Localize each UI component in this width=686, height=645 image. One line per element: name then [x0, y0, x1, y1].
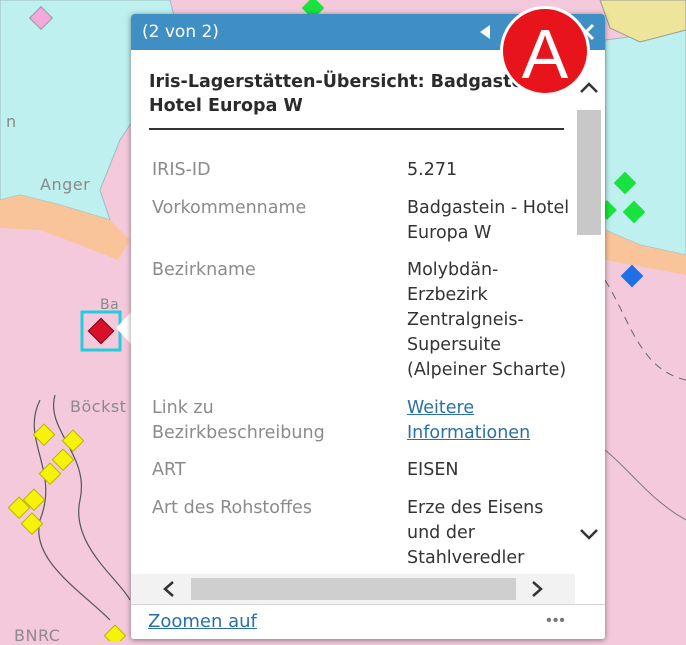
- annotation-badge: A: [500, 6, 590, 96]
- vertical-scroll-thumb[interactable]: [577, 110, 601, 235]
- attribute-value: Badgastein - Hotel Europa W: [407, 198, 570, 243]
- horizontal-scrollbar[interactable]: [131, 574, 575, 604]
- attribute-value: Molybdän- Erzbezirk Zentralgneis- Supers…: [407, 260, 567, 380]
- attribute-value: 5.271: [407, 160, 458, 180]
- attribute-value: Erze des Eisens und der Stahlveredler: [407, 498, 544, 568]
- triangle-left-icon[interactable]: [476, 22, 494, 42]
- chevron-up-icon[interactable]: [576, 76, 602, 100]
- chevron-left-icon[interactable]: [159, 579, 179, 599]
- attribute-label: Link zu Bezirkbeschreibung: [152, 398, 325, 443]
- zoom-to-link[interactable]: Zoomen auf: [148, 611, 257, 632]
- attribute-label: Vorkommenname: [152, 198, 307, 218]
- attribute-label: IRIS-ID: [152, 160, 211, 180]
- map-place-label: Böckst: [70, 397, 127, 416]
- chevron-down-icon[interactable]: [576, 522, 602, 546]
- attribute-label: ART: [152, 460, 186, 480]
- attribute-label: Bezirkname: [152, 260, 256, 280]
- map-region-cyan-right: [604, 29, 686, 256]
- horizontal-scroll-thumb[interactable]: [191, 578, 516, 600]
- attribute-value: EISEN: [407, 460, 459, 480]
- map-place-label: n: [6, 112, 17, 131]
- popup-title: Iris-Lagerstätten-Übersicht: Badgastein …: [149, 72, 556, 116]
- popup-pointer: [116, 311, 132, 345]
- chevron-right-icon[interactable]: [527, 579, 547, 599]
- popup-content[interactable]: Iris-Lagerstätten-Übersicht: Badgastein …: [131, 50, 605, 588]
- popup-counter: (2 von 2): [142, 22, 219, 42]
- map-place-label: BNRC: [14, 626, 61, 645]
- more-actions-icon[interactable]: •••: [538, 609, 574, 633]
- identify-popup: (2 von 2) Iris-Lagerstätten-Übersicht: B…: [131, 14, 605, 639]
- title-divider: [149, 128, 564, 130]
- popup-footer: Zoomen auf •••: [131, 604, 605, 639]
- more-info-link[interactable]: Weitere Informationen: [407, 396, 557, 446]
- attribute-label: Art des Rohstoffes: [152, 498, 312, 518]
- map-place-label: Anger: [40, 175, 91, 194]
